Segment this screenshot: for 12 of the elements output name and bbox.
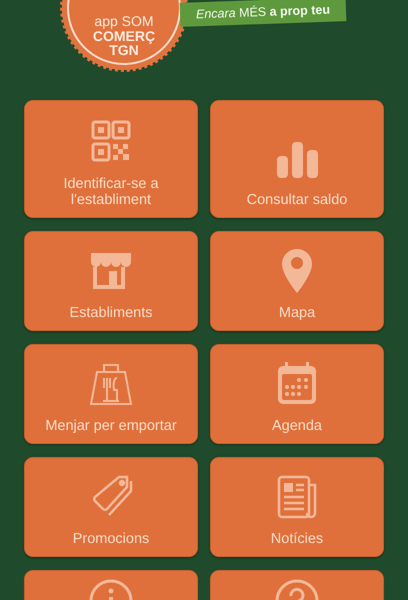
menu-tile[interactable]: Mapa [210, 231, 384, 331]
menu-tile[interactable]: Identificar-se a l'establiment [24, 100, 198, 218]
menu-tile[interactable]: Establiments [24, 231, 198, 331]
logo-badge: app SOM COMERÇ TGN [62, 0, 186, 70]
menu-tile[interactable] [210, 570, 384, 600]
menu-tile[interactable]: Agenda [210, 344, 384, 444]
menu-tile[interactable]: Notícies [210, 457, 384, 557]
menu-tile[interactable]: Promocions [24, 457, 198, 557]
menu-tile[interactable]: Menjar per emportar [24, 344, 198, 444]
slogan-banner: Encara MÉS a prop teu [180, 0, 346, 27]
menu-tile[interactable]: Consultar saldo [210, 100, 384, 218]
menu-tile[interactable] [24, 570, 198, 600]
